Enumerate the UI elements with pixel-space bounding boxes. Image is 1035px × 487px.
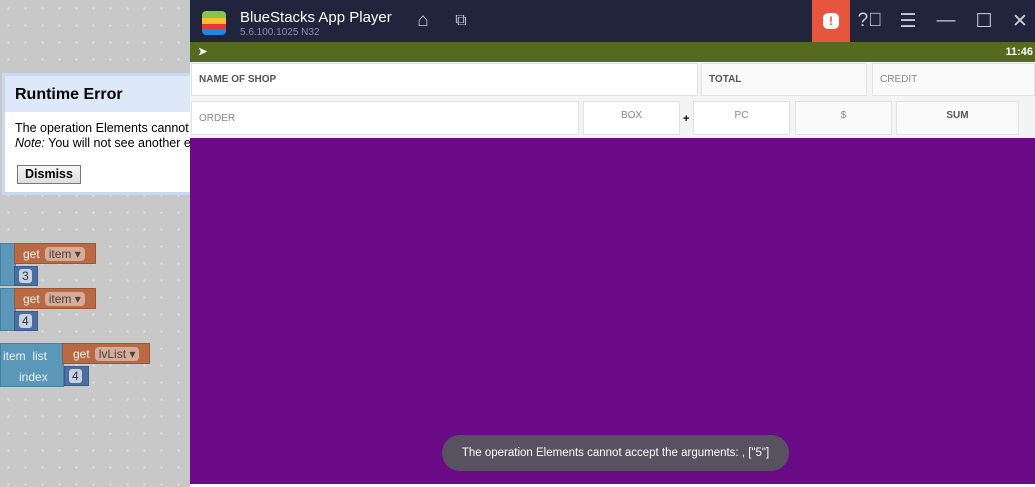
window-title: BlueStacks App Player [240,9,392,26]
get-lvlist-block[interactable]: get lvList ▾ [62,343,150,364]
help-icon[interactable]: ?⃝ [850,0,890,42]
plus-label: + [683,113,690,125]
maximize-icon[interactable]: ☐ [964,0,1004,42]
select-list-item-block[interactable]: item list index [0,343,64,387]
order-field[interactable]: ORDER [191,101,579,135]
item-list-label: item list [3,349,48,363]
number-value[interactable]: 4 [19,314,32,328]
note-label: Note: [15,136,45,150]
runtime-error-dialog: Runtime Error The operation Elements can… [2,73,202,195]
index-label: index [19,370,48,384]
menu-icon[interactable]: ☰ [888,0,928,42]
order-form: NAME OF SHOP TOTAL CREDIT ORDER BOX + PC… [190,62,1035,138]
variable-dropdown[interactable]: lvList ▾ [94,346,140,361]
shop-name-field[interactable]: NAME OF SHOP [191,63,698,96]
get-item-block[interactable]: get item ▾ [14,243,96,264]
clock: 11:46 [1005,46,1033,58]
dialog-title: Runtime Error [5,76,202,112]
dismiss-button[interactable]: Dismiss [17,165,81,184]
title-bar[interactable]: BlueStacks App Player 5.6.100.1025 N32 ⌂… [190,0,1035,42]
variable-dropdown[interactable]: item ▾ [44,246,85,261]
pc-field[interactable]: PC [693,101,790,135]
bluestacks-logo-icon [202,11,226,35]
price-field[interactable]: $ [795,101,892,135]
android-status-bar: ➤ 11:46 [190,42,1035,62]
alert-button[interactable]: ! [812,0,850,42]
multi-instance-icon[interactable]: ⧉ [441,0,481,42]
box-field[interactable]: BOX [583,101,680,135]
get-item-block[interactable]: get item ▾ [14,288,96,309]
number-block[interactable]: 4 [64,366,89,386]
total-field[interactable]: TOTAL [701,63,867,96]
dialog-message: The operation Elements cannot accept the… [15,121,202,135]
telegram-icon: ➤ [198,46,208,58]
get-label: get [23,291,40,306]
credit-field[interactable]: CREDIT [872,63,1035,96]
home-icon[interactable]: ⌂ [403,0,443,42]
get-label: get [23,246,40,261]
number-value[interactable]: 4 [69,369,82,383]
bluestacks-window: BlueStacks App Player 5.6.100.1025 N32 ⌂… [190,0,1035,487]
toast-message: The operation Elements cannot accept the… [442,435,789,471]
variable-dropdown[interactable]: item ▾ [44,291,85,306]
note-text: You will not see another error reported … [48,136,202,150]
version: 5.6.100.1025 N32 [240,27,320,38]
alert-icon: ! [823,13,839,29]
number-value[interactable]: 3 [19,269,32,283]
get-label: get [73,346,90,361]
number-block[interactable]: 4 [14,311,38,331]
sum-button[interactable]: SUM [896,101,1019,135]
close-icon[interactable]: ✕ [1000,0,1035,42]
number-block[interactable]: 3 [14,266,38,286]
minimize-icon[interactable]: — [926,0,966,42]
